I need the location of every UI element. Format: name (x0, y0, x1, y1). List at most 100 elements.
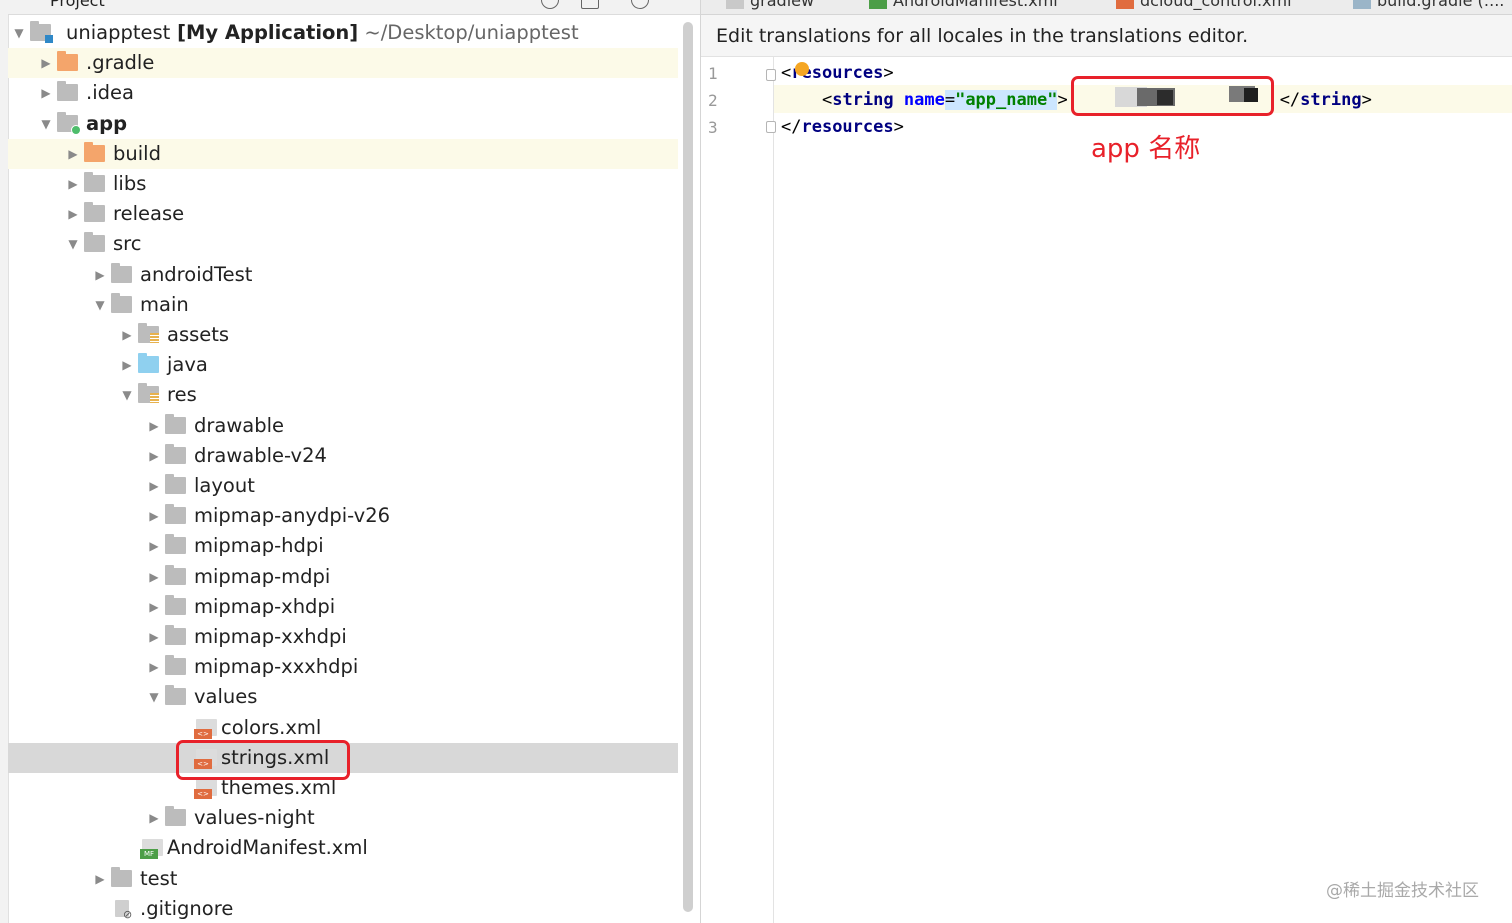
strings-xml-highlight-box (176, 740, 350, 780)
chevron-right-icon[interactable]: ▶ (66, 169, 80, 199)
tree-item-res[interactable]: ▼ res (8, 380, 678, 410)
chevron-right-icon[interactable]: ▶ (147, 803, 161, 833)
tree-item-label: mipmap-xxhdpi (194, 625, 347, 648)
tree-item-src[interactable]: ▼ src (8, 229, 678, 259)
chevron-right-icon[interactable]: ▶ (147, 592, 161, 622)
tree-item-label: layout (194, 474, 255, 497)
editor-tab[interactable]: build.gradle (:... (1353, 0, 1504, 11)
fold-marker-icon[interactable] (766, 121, 776, 133)
line-number: 2 (708, 91, 718, 110)
folder-icon (111, 292, 132, 313)
translations-notice[interactable]: Edit translations for all locales in the… (701, 15, 1512, 57)
chevron-right-icon[interactable]: ▶ (93, 864, 107, 894)
tree-item-label: mipmap-anydpi-v26 (194, 504, 391, 528)
tree-item-label: test (140, 866, 178, 890)
chevron-right-icon[interactable]: ▶ (39, 78, 53, 108)
chevron-right-icon[interactable]: ▶ (120, 320, 134, 350)
editor-tab[interactable]: gradlew (726, 0, 814, 11)
folder-icon (165, 564, 186, 585)
chevron-down-icon[interactable]: ▼ (39, 109, 53, 139)
chevron-down-icon[interactable]: ▼ (120, 380, 134, 410)
fold-marker-icon[interactable] (766, 69, 776, 81)
chevron-down-icon[interactable]: ▼ (93, 290, 107, 320)
lightbulb-icon[interactable] (795, 62, 809, 76)
tree-item-label: src (113, 232, 142, 256)
folder-module-app-icon (57, 111, 81, 135)
chevron-right-icon[interactable]: ▶ (120, 350, 134, 380)
chevron-right-icon[interactable]: ▶ (147, 501, 161, 531)
folder-icon (165, 685, 186, 706)
tree-item-label: app (86, 111, 128, 135)
editor-tab[interactable]: dcloud_control.xml (1116, 0, 1292, 11)
folder-icon (165, 504, 186, 525)
tree-item-values[interactable]: ▼ values (8, 682, 678, 712)
gear-icon[interactable] (631, 0, 649, 9)
chevron-right-icon[interactable]: ▶ (93, 260, 107, 290)
editor-tab-label: gradlew (750, 0, 815, 10)
chevron-right-icon[interactable]: ▶ (66, 199, 80, 229)
tree-item-uniapptest[interactable]: ▼ uniapptest [My Application] ~/Desktop/u… (8, 18, 678, 48)
locate-icon[interactable] (541, 0, 559, 9)
tree-item-mipmap-xxxhdpi[interactable]: ▶ mipmap-xxxhdpi (8, 652, 678, 682)
chevron-right-icon[interactable]: ▶ (147, 622, 161, 652)
tree-item-mipmap-anydpi-v26[interactable]: ▶ mipmap-anydpi-v26 (8, 501, 678, 531)
tree-item-drawable[interactable]: ▶ drawable (8, 411, 678, 441)
tree-item-label: main (140, 292, 189, 316)
chevron-right-icon[interactable]: ▶ (147, 441, 161, 471)
collapse-icon[interactable] (581, 0, 599, 9)
project-panel-title[interactable]: Project (50, 0, 105, 10)
tree-item-drawable-v24[interactable]: ▶ drawable-v24 (8, 441, 678, 471)
tree-item-gitignore[interactable]: .gitignore (8, 894, 678, 923)
tree-item-release[interactable]: ▶ release (8, 199, 678, 229)
tree-item-libs[interactable]: ▶ libs (8, 169, 678, 199)
chevron-right-icon[interactable]: ▶ (147, 411, 161, 441)
editor-tab-label: AndroidManifest.xml (893, 0, 1058, 10)
tree-item-test[interactable]: ▶ test (8, 864, 678, 894)
tree-item-layout[interactable]: ▶ layout (8, 471, 678, 501)
folder-orange-icon (57, 51, 78, 72)
line-number-gutter: 1 2 3 (701, 57, 776, 923)
code-token: "app_name" (955, 90, 1058, 110)
chevron-down-icon[interactable]: ▼ (66, 229, 80, 259)
folder-orange-icon (84, 141, 105, 162)
chevron-right-icon[interactable]: ▶ (147, 562, 161, 592)
tree-item-label: values (194, 685, 258, 709)
chevron-down-icon[interactable]: ▼ (12, 18, 26, 48)
annotation-label: app 名称 (1091, 134, 1201, 164)
tree-item-label: .idea (86, 81, 134, 105)
chevron-right-icon[interactable]: ▶ (147, 652, 161, 682)
tree-item-java[interactable]: ▶ java (8, 350, 678, 380)
chevron-right-icon[interactable]: ▶ (39, 48, 53, 78)
tree-item-mipmap-xxhdpi[interactable]: ▶ mipmap-xxhdpi (8, 622, 678, 652)
code-token: > (883, 63, 894, 83)
folder-source-icon (138, 353, 159, 374)
tree-scrollbar[interactable] (683, 22, 693, 912)
chevron-right-icon[interactable]: ▶ (147, 531, 161, 561)
code-line-3[interactable]: </resources> (781, 114, 904, 140)
tree-item-app[interactable]: ▼ app (8, 109, 678, 139)
editor-tab[interactable]: AndroidManifest.xml (869, 0, 1058, 11)
folder-icon (165, 443, 186, 464)
tree-item-mipmap-hdpi[interactable]: ▶ mipmap-hdpi (8, 531, 678, 561)
line-number: 1 (708, 64, 718, 83)
tree-item-values-night[interactable]: ▶ values-night (8, 803, 678, 833)
code-token: </ (1279, 90, 1301, 110)
tree-item-idea[interactable]: ▶ .idea (8, 78, 678, 108)
tree-item-androidtest[interactable]: ▶ androidTest (8, 260, 678, 290)
chevron-down-icon[interactable]: ▼ (147, 682, 161, 712)
tree-item-gradle[interactable]: ▶ .gradle (8, 48, 678, 79)
tree-item-mipmap-mdpi[interactable]: ▶ mipmap-mdpi (8, 562, 678, 592)
tree-item-label: .gitignore (140, 896, 234, 920)
chevron-right-icon[interactable]: ▶ (66, 139, 80, 169)
tree-item-build[interactable]: ▶ build (8, 138, 678, 169)
app-name-highlight-box (1071, 76, 1274, 116)
tree-item-main[interactable]: ▼ main (8, 290, 678, 320)
chevron-right-icon[interactable]: ▶ (147, 471, 161, 501)
tree-item-colors-xml[interactable]: colors.xml (8, 713, 678, 743)
tree-item-label: .gradle (86, 51, 155, 75)
tree-item-assets[interactable]: ▶ assets (8, 320, 678, 350)
tree-item-mipmap-xhdpi[interactable]: ▶ mipmap-xhdpi (8, 592, 678, 622)
folder-icon (111, 262, 132, 283)
code-token: resources (801, 117, 894, 137)
tree-item-androidmanifest-xml[interactable]: AndroidManifest.xml (8, 833, 678, 863)
